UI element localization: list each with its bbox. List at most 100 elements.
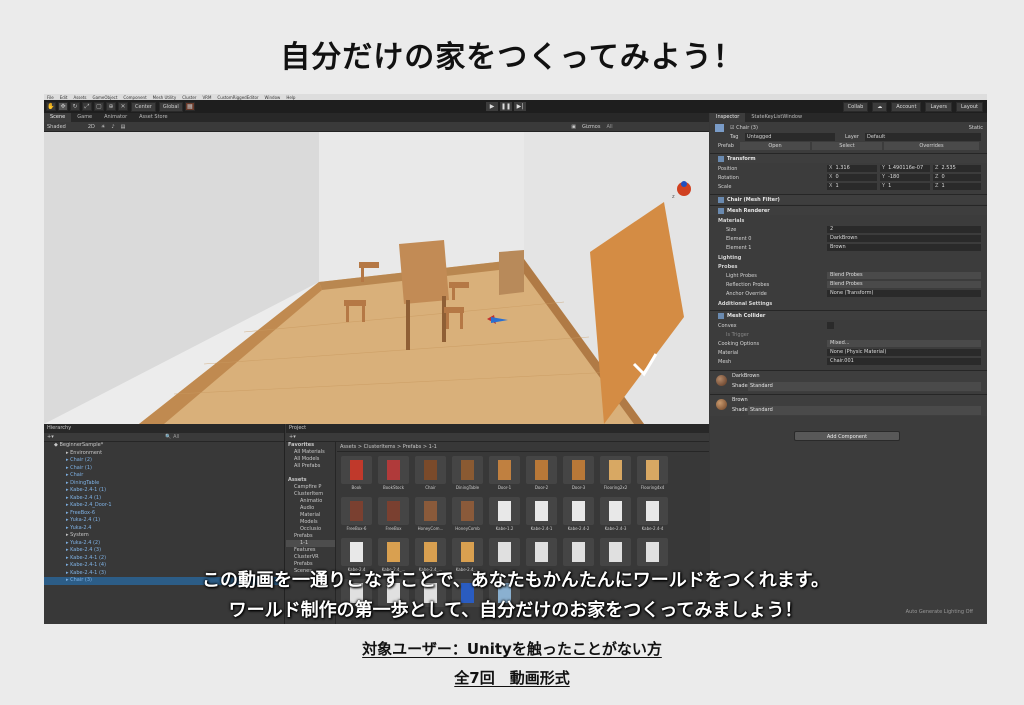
project-tree-item[interactable]: All Prefabs	[286, 463, 335, 470]
hierarchy-item[interactable]: ▸ FreeBox-6	[44, 510, 284, 518]
asset-tile[interactable]: Kabe-2.4-3	[600, 497, 631, 532]
element1-field[interactable]: Brown	[827, 244, 981, 251]
custom-tool-icon[interactable]: ✕	[118, 102, 128, 111]
camera-icon[interactable]: ▣	[571, 124, 576, 130]
asset-tile[interactable]: DiningTable	[452, 456, 483, 491]
asset-tile[interactable]: HoneyCom...	[415, 497, 446, 532]
project-tree-item[interactable]: Material	[286, 512, 335, 519]
cloud-icon[interactable]: ☁	[872, 102, 888, 112]
audio-toggle-icon[interactable]: ♪	[111, 124, 114, 130]
object-name-field[interactable]: Chair (3)	[736, 125, 758, 131]
pause-icon[interactable]: ❚❚	[500, 102, 512, 111]
asset-tile[interactable]: FreeBox	[378, 497, 409, 532]
rotation-y-field[interactable]: Y -180	[880, 174, 930, 181]
account-dropdown[interactable]: Account	[891, 102, 922, 112]
hierarchy-item[interactable]: ▸ Yuka-2.4 (1)	[44, 517, 284, 525]
collab-button[interactable]: Collab	[842, 102, 869, 112]
materials-size-field[interactable]: 2	[827, 226, 981, 233]
mesh-field[interactable]: Chair.001	[827, 358, 981, 365]
layers-dropdown[interactable]: Layers	[925, 102, 952, 112]
project-tree-item[interactable]: Favorites	[286, 442, 335, 449]
transform-header[interactable]: Transform	[710, 153, 987, 163]
hierarchy-item[interactable]: ▸ Yuka-2.4 (2)	[44, 540, 284, 548]
asset-tile[interactable]: Kabe-2.4-2	[563, 497, 594, 532]
project-tree-item[interactable]: Models	[286, 519, 335, 526]
asset-tile[interactable]: Book	[341, 456, 372, 491]
snap-icon[interactable]: ▦	[184, 102, 195, 111]
play-icon[interactable]: ▶	[486, 102, 498, 111]
asset-tile[interactable]: Door-3	[563, 456, 594, 491]
asset-tile[interactable]: Chair	[415, 456, 446, 491]
menu-item[interactable]: File	[47, 95, 54, 100]
menu-item[interactable]: Mesh Utility	[153, 95, 177, 100]
scale-z-field[interactable]: Z1	[933, 183, 981, 190]
menu-item[interactable]: CustomRiggedEditor	[217, 95, 258, 100]
cooking-options-dropdown[interactable]: Mixed...	[827, 340, 981, 347]
project-tab[interactable]: Project	[286, 424, 709, 433]
tab-statekeylistwindow[interactable]: StateKeyListWindow	[745, 113, 808, 122]
material-darkbrown-header[interactable]: DarkBrown Shader Standard	[710, 370, 987, 392]
light-probes-dropdown[interactable]: Blend Probes	[827, 272, 981, 279]
asset-tile[interactable]: HoneyComb	[452, 497, 483, 532]
asset-tile[interactable]: Flooring4x4	[637, 456, 668, 491]
asset-tile[interactable]: FreeBox-6	[341, 497, 372, 532]
project-tree-item[interactable]: ClusterItem	[286, 491, 335, 498]
asset-tile[interactable]: Kabe-2.4-4	[637, 497, 668, 532]
tab-scene[interactable]: Scene	[44, 113, 72, 122]
2d-toggle[interactable]: 2D	[88, 124, 95, 130]
additional-settings-foldout[interactable]: Additional Settings	[710, 300, 987, 308]
project-tree-item[interactable]: Prefabs	[286, 533, 335, 540]
hierarchy-tab[interactable]: Hierarchy	[44, 424, 284, 433]
shading-mode-dropdown[interactable]: Shaded	[47, 124, 66, 130]
position-z-field[interactable]: Z 2.535	[933, 165, 981, 172]
tab-game[interactable]: Game	[71, 113, 98, 122]
move-tool-icon[interactable]: ✥	[58, 102, 68, 111]
menu-item[interactable]: Component	[123, 95, 146, 100]
gizmos-dropdown[interactable]: Gizmos	[582, 124, 600, 130]
menu-item[interactable]: Help	[286, 95, 295, 100]
hierarchy-item[interactable]: ▸ Kabe-2.4 (3)	[44, 547, 284, 555]
breadcrumb[interactable]: Assets > ClusterItems > Prefabs > 1-1	[337, 442, 709, 452]
rect-tool-icon[interactable]: ▢	[94, 102, 104, 111]
hierarchy-item[interactable]: ▸ Kabe-2.4_Door-1	[44, 502, 284, 510]
menu-item[interactable]: Window	[265, 95, 281, 100]
lighting-foldout[interactable]: Lighting	[710, 254, 987, 262]
project-tree-item[interactable]: 1-1	[286, 540, 335, 547]
prefab-select-button[interactable]: Select	[812, 142, 882, 150]
pivot-global-toggle[interactable]: Global	[158, 101, 183, 112]
rotation-z-field[interactable]: Z0	[933, 174, 981, 181]
tab-animator[interactable]: Animator	[98, 113, 133, 122]
shader-dropdown[interactable]: Standard	[748, 382, 981, 391]
prefab-open-button[interactable]: Open	[740, 142, 810, 150]
anchor-override-field[interactable]: None (Transform)	[827, 290, 981, 297]
add-component-button[interactable]: Add Component	[794, 431, 900, 441]
transform-tool-icon[interactable]: ⊕	[106, 102, 116, 111]
project-tree-item[interactable]: Assets	[286, 477, 335, 484]
step-icon[interactable]: ▶|	[514, 102, 526, 111]
hierarchy-item[interactable]: ▸ Chair	[44, 472, 284, 480]
project-tree-item[interactable]: Features	[286, 547, 335, 554]
project-tree-item[interactable]: Campfire P	[286, 484, 335, 491]
hand-tool-icon[interactable]: ✋	[46, 102, 56, 111]
hierarchy-item[interactable]: ▸ Kabe-2.4-1 (1)	[44, 487, 284, 495]
hierarchy-item[interactable]: ▸ Kabe-2.4-1 (2)	[44, 555, 284, 563]
project-tree-item[interactable]: Animatio	[286, 498, 335, 505]
asset-tile[interactable]: BookStock	[378, 456, 409, 491]
asset-tile[interactable]: Door-1	[489, 456, 520, 491]
menu-item[interactable]: GameObject	[92, 95, 117, 100]
menu-item[interactable]: Cluster	[182, 95, 196, 100]
prefab-overrides-button[interactable]: Overrides	[884, 142, 979, 150]
project-tree-item[interactable]: Occlusio	[286, 526, 335, 533]
scale-y-field[interactable]: Y1	[880, 183, 930, 190]
asset-tile[interactable]: Door-2	[526, 456, 557, 491]
hierarchy-item[interactable]: ▸ Environment	[44, 450, 284, 458]
scale-tool-icon[interactable]: ⤢	[82, 102, 92, 111]
scene-search-input[interactable]: All	[606, 124, 612, 130]
hierarchy-item[interactable]: ▸ Chair (1)	[44, 465, 284, 473]
scale-x-field[interactable]: X1	[827, 183, 877, 190]
position-y-field[interactable]: Y 1.490116e-07	[880, 165, 930, 172]
rotate-tool-icon[interactable]: ↻	[70, 102, 80, 111]
rotation-x-field[interactable]: X0	[827, 174, 877, 181]
menu-item[interactable]: Assets	[73, 95, 86, 100]
tab-asset-store[interactable]: Asset Store	[133, 113, 173, 122]
